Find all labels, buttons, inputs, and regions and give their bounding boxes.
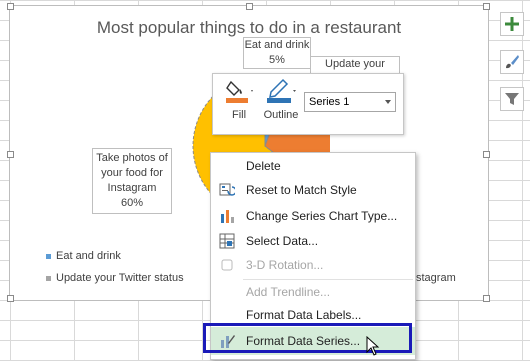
pen-outline-icon <box>267 78 296 103</box>
outline-button[interactable]: Outline <box>261 78 301 121</box>
resize-handle[interactable] <box>246 3 253 10</box>
menu-item-label: Format Data Labels... <box>246 308 362 322</box>
chart-elements-button[interactable] <box>500 12 524 36</box>
data-label-twitter[interactable]: Update your <box>310 56 400 73</box>
data-label-eat-drink[interactable]: Eat and drink 5% <box>243 37 311 69</box>
legend-item-instagram[interactable]: stagram <box>416 272 456 284</box>
menu-item-add-trendline[interactable]: Add Trendline... <box>211 280 415 304</box>
mini-toolbar: Fill Outline Series 1 <box>212 73 404 135</box>
filter-icon <box>505 93 519 105</box>
chart-styles-button[interactable] <box>500 50 524 74</box>
menu-item-label: Delete <box>246 159 281 173</box>
resize-handle[interactable] <box>7 3 14 10</box>
menu-item-delete[interactable]: Delete <box>211 154 415 178</box>
series-dropdown[interactable]: Series 1 <box>304 92 396 112</box>
resize-handle[interactable] <box>7 295 14 302</box>
rotation-icon <box>221 259 233 271</box>
data-label-percent: 60% <box>120 197 144 209</box>
outline-label: Outline <box>263 109 299 121</box>
menu-item-change-chart-type[interactable]: Change Series Chart Type... <box>211 204 415 228</box>
data-label-instagram[interactable]: Take photos of your food for Instagram 6… <box>92 148 172 214</box>
brush-icon <box>506 55 519 69</box>
fill-label: Fill <box>231 109 247 121</box>
chart-filters-button[interactable] <box>500 87 524 111</box>
mouse-pointer-icon <box>366 336 380 356</box>
menu-item-label: Select Data... <box>246 234 319 248</box>
resize-handle[interactable] <box>483 295 490 302</box>
chevron-down-icon <box>385 100 391 104</box>
highlight-annotation-box <box>203 323 412 353</box>
menu-item-label: Add Trendline... <box>246 285 331 299</box>
data-label-text: your food for <box>101 167 163 179</box>
menu-item-label: 3-D Rotation... <box>246 258 324 272</box>
data-label-text: Eat and drink <box>244 39 310 51</box>
reset-style-icon <box>219 183 235 196</box>
menu-item-label: Change Series Chart Type... <box>246 209 398 223</box>
legend-item-eat-drink[interactable]: Eat and drink <box>46 250 121 262</box>
menu-item-label: Reset to Match Style <box>246 183 357 197</box>
data-label-text: Take photos of <box>96 152 168 164</box>
series-dropdown-value: Series 1 <box>309 96 350 108</box>
menu-item-select-data[interactable]: Select Data... <box>211 229 415 253</box>
legend-label: Update your Twitter status <box>56 272 184 284</box>
legend-item-twitter[interactable]: Update your Twitter status <box>46 272 184 284</box>
data-label-text: Update your <box>325 58 385 70</box>
menu-item-reset-style[interactable]: Reset to Match Style <box>211 178 415 202</box>
resize-handle[interactable] <box>7 151 14 158</box>
paint-bucket-icon <box>226 80 253 103</box>
resize-handle[interactable] <box>483 151 490 158</box>
menu-item-3d-rotation[interactable]: 3-D Rotation... <box>211 253 415 277</box>
fill-button[interactable]: Fill <box>219 78 259 121</box>
plus-icon <box>505 17 519 31</box>
legend-label: stagram <box>416 272 456 284</box>
data-label-text: Instagram <box>107 182 157 194</box>
legend-swatch <box>46 253 51 259</box>
legend-label: Eat and drink <box>56 250 121 262</box>
resize-handle[interactable] <box>483 3 490 10</box>
chart-type-icon <box>221 210 234 223</box>
data-label-percent: 5% <box>269 54 285 66</box>
chart-title[interactable]: Most popular things to do in a restauran… <box>10 18 488 38</box>
legend-swatch <box>46 275 51 281</box>
select-data-icon <box>219 233 235 249</box>
